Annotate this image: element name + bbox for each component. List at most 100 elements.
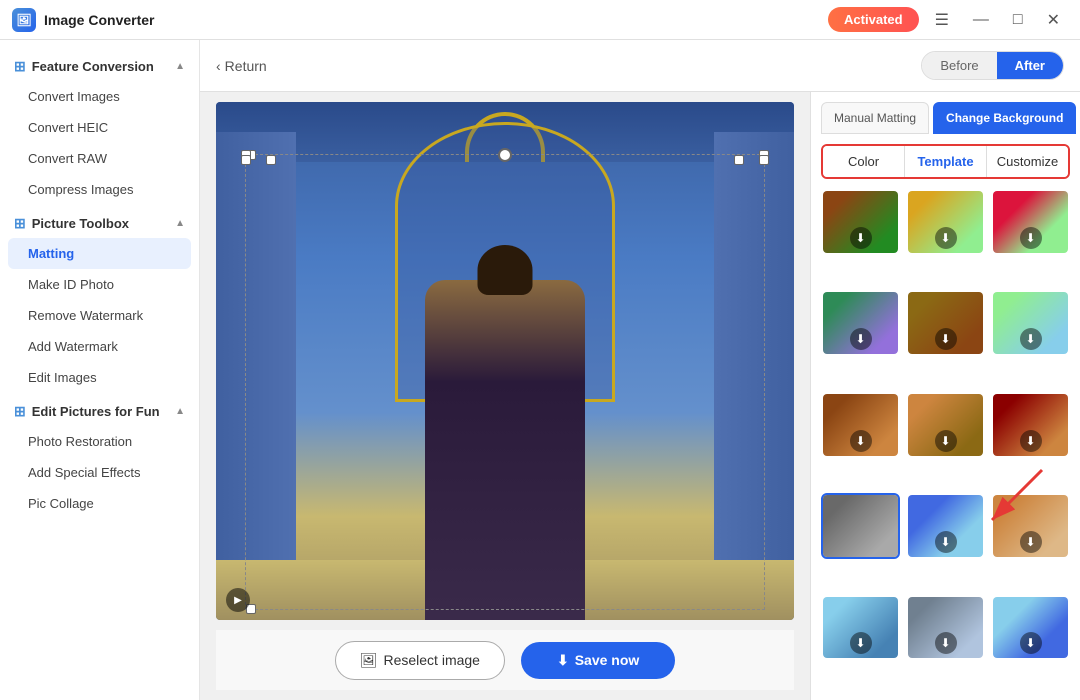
template-grid: ⬇ ⬇ ⬇ [811, 189, 1080, 700]
picture-toolbox-label: Picture Toolbox [32, 216, 129, 231]
minimize-button[interactable]: — [965, 7, 997, 33]
template-item-6[interactable]: ⬇ [991, 290, 1070, 356]
left-column [216, 132, 296, 620]
sidebar-item-matting[interactable]: Matting [8, 238, 191, 269]
return-button[interactable]: ‹ Return [216, 58, 267, 74]
download-icon-1: ⬇ [850, 227, 872, 249]
before-button[interactable]: Before [922, 52, 996, 79]
download-icon-12: ⬇ [1020, 531, 1042, 553]
hair [478, 245, 533, 295]
toolbox-icon: ⊞ [14, 215, 26, 232]
template-item-15[interactable]: ⬇ [991, 595, 1070, 661]
feature-conversion-icon: ⊞ [14, 58, 26, 75]
sidebar-item-add-special-effects[interactable]: Add Special Effects [0, 457, 199, 488]
sidebar-item-convert-images[interactable]: Convert Images [0, 81, 199, 112]
activated-button[interactable]: Activated [828, 7, 919, 32]
download-icon-15: ⬇ [1020, 632, 1042, 654]
edit-pictures-fun-label: Edit Pictures for Fun [32, 404, 160, 419]
fun-chevron-icon: ▲ [175, 406, 185, 417]
fun-icon: ⊞ [14, 403, 26, 420]
app-title: Image Converter [44, 12, 154, 28]
maximize-button[interactable]: □ [1005, 7, 1031, 33]
template-item-9[interactable]: ⬇ [991, 392, 1070, 458]
tab-change-background[interactable]: Change Background [933, 102, 1076, 134]
template-item-11[interactable]: ⬇ [906, 493, 985, 559]
before-after-toggle: Before After [921, 51, 1064, 80]
app-icon: 🖼 [12, 8, 36, 32]
after-button[interactable]: After [997, 52, 1063, 79]
save-icon: ⬇ [557, 652, 569, 669]
return-label: Return [225, 58, 267, 74]
right-tabs: Manual Matting Change Background Change … [811, 92, 1080, 134]
sidebar-item-pic-collage[interactable]: Pic Collage [0, 488, 199, 519]
sidebar-item-compress-images[interactable]: Compress Images [0, 174, 199, 205]
content-wrapper: ‹ Return Before After [200, 40, 1080, 700]
menu-button[interactable]: ☰ [927, 6, 957, 34]
template-item-8[interactable]: ⬇ [906, 392, 985, 458]
close-button[interactable]: ✕ [1039, 6, 1068, 34]
subtab-customize[interactable]: Customize [987, 146, 1068, 177]
feature-conversion-label: Feature Conversion [32, 59, 154, 74]
titlebar-right: Activated ☰ — □ ✕ [828, 6, 1068, 34]
download-icon-5: ⬇ [935, 328, 957, 350]
sidebar-item-remove-watermark[interactable]: Remove Watermark [0, 300, 199, 331]
template-thumb-12: ⬇ [993, 495, 1068, 557]
woman-figure [425, 280, 585, 620]
subtab-color[interactable]: Color [823, 146, 905, 177]
reselect-image-button[interactable]: 🖼 Reselect image [335, 641, 505, 680]
template-item-7[interactable]: ⬇ [821, 392, 900, 458]
template-item-13[interactable]: ⬇ [821, 595, 900, 661]
download-icon-13: ⬇ [850, 632, 872, 654]
titlebar: 🖼 Image Converter Activated ☰ — □ ✕ [0, 0, 1080, 40]
download-icon-7: ⬇ [850, 430, 872, 452]
save-now-button[interactable]: ⬇ Save now [521, 642, 675, 679]
image-canvas: ▶ [216, 102, 794, 620]
sidebar: ⊞ Feature Conversion ▲ Convert Images Co… [0, 40, 200, 700]
template-thumb-2: ⬇ [908, 191, 983, 253]
sidebar-item-edit-images[interactable]: Edit Images [0, 362, 199, 393]
template-thumb-10 [823, 495, 898, 557]
download-icon-14: ⬇ [935, 632, 957, 654]
template-thumb-3: ⬇ [993, 191, 1068, 253]
reselect-label: Reselect image [383, 652, 480, 668]
download-icon-6: ⬇ [1020, 328, 1042, 350]
template-thumb-11: ⬇ [908, 495, 983, 557]
sidebar-section-feature-conversion[interactable]: ⊞ Feature Conversion ▲ [0, 48, 199, 81]
template-item-3[interactable]: ⬇ [991, 189, 1070, 255]
download-icon-11: ⬇ [935, 531, 957, 553]
sidebar-section-edit-pictures-fun[interactable]: ⊞ Edit Pictures for Fun ▲ [0, 393, 199, 426]
sidebar-section-picture-toolbox[interactable]: ⊞ Picture Toolbox ▲ [0, 205, 199, 238]
template-thumb-1: ⬇ [823, 191, 898, 253]
template-subtabs: Color Template Customize [821, 144, 1070, 179]
template-thumb-5: ⬇ [908, 292, 983, 354]
sidebar-item-convert-raw[interactable]: Convert RAW [0, 143, 199, 174]
template-item-10[interactable] [821, 493, 900, 559]
download-icon-2: ⬇ [935, 227, 957, 249]
sidebar-item-make-id-photo[interactable]: Make ID Photo [0, 269, 199, 300]
template-thumb-4: ⬇ [823, 292, 898, 354]
return-arrow-icon: ‹ [216, 58, 221, 74]
bottom-bar: 🖼 Reselect image ⬇ Save now [216, 630, 794, 690]
playback-button[interactable]: ▶ [226, 588, 250, 612]
download-icon-9: ⬇ [1020, 430, 1042, 452]
template-item-5[interactable]: ⬇ [906, 290, 985, 356]
template-thumb-14: ⬇ [908, 597, 983, 659]
right-column [714, 132, 794, 620]
image-area: ▶ 🖼 Reselect image ⬇ Save now [200, 92, 810, 700]
save-label: Save now [575, 652, 640, 668]
sidebar-item-photo-restoration[interactable]: Photo Restoration [0, 426, 199, 457]
template-item-2[interactable]: ⬇ [906, 189, 985, 255]
subtab-template[interactable]: Template [905, 146, 987, 177]
template-item-4[interactable]: ⬇ [821, 290, 900, 356]
sidebar-item-convert-heic[interactable]: Convert HEIC [0, 112, 199, 143]
template-thumb-13: ⬇ [823, 597, 898, 659]
download-icon-3: ⬇ [1020, 227, 1042, 249]
template-thumb-9: ⬇ [993, 394, 1068, 456]
download-icon-8: ⬇ [935, 430, 957, 452]
template-item-1[interactable]: ⬇ [821, 189, 900, 255]
template-thumb-15: ⬇ [993, 597, 1068, 659]
template-item-12[interactable]: ⬇ [991, 493, 1070, 559]
template-item-14[interactable]: ⬇ [906, 595, 985, 661]
tab-manual-matting[interactable]: Manual Matting [821, 102, 929, 134]
sidebar-item-add-watermark[interactable]: Add Watermark [0, 331, 199, 362]
